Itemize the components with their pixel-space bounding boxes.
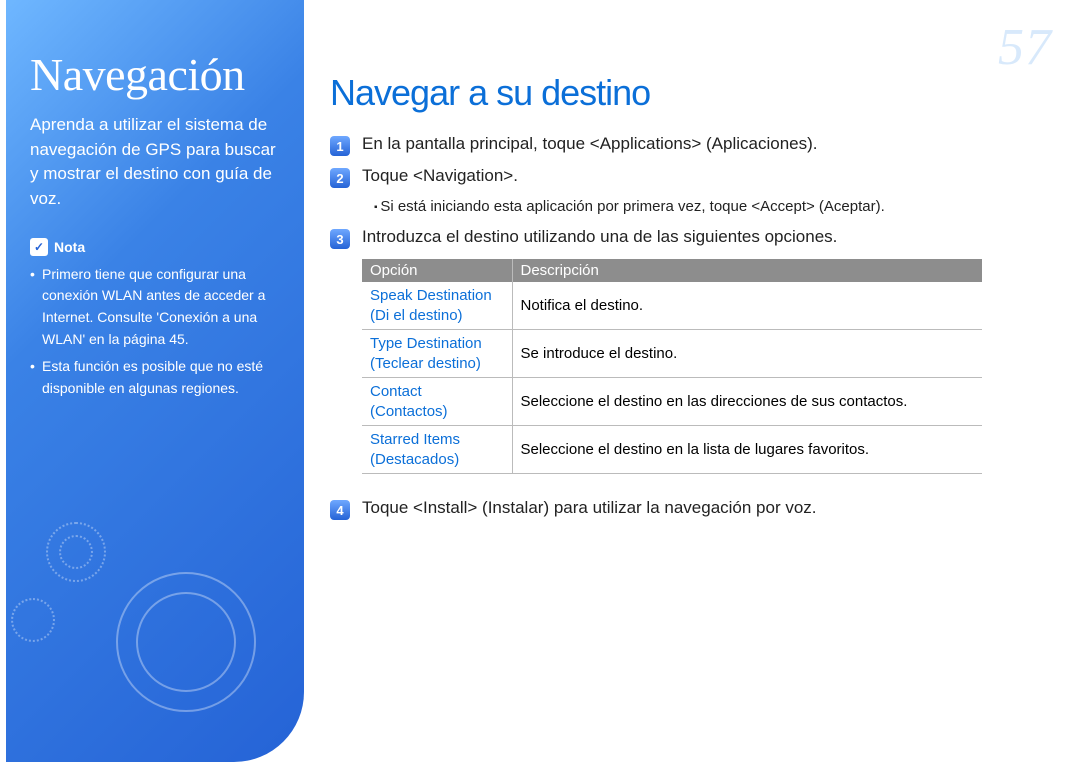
step-number-badge: 2 — [330, 168, 350, 188]
option-name: Type Destination(Teclear destino) — [370, 334, 504, 373]
decoration-circle — [136, 592, 236, 692]
option-description: Se introduce el destino. — [512, 330, 982, 378]
table-row: Type Destination(Teclear destino) Se int… — [362, 330, 982, 378]
sidebar-description: Aprenda a utilizar el sistema de navegac… — [30, 113, 282, 212]
table-header-option: Opción — [362, 259, 512, 282]
table-header-description: Descripción — [512, 259, 982, 282]
step-3: 3 Introduzca el destino utilizando una d… — [330, 227, 1040, 249]
table-row: Contact(Contactos) Seleccione el destino… — [362, 378, 982, 426]
decoration-circle — [59, 535, 93, 569]
sidebar: Navegación Aprenda a utilizar el sistema… — [6, 0, 304, 762]
table-row: Speak Destination(Di el destino) Notific… — [362, 282, 982, 330]
step-text: Toque <Install> (Instalar) para utilizar… — [362, 498, 817, 518]
step-sub-bullet: Si está iniciando esta aplicación por pr… — [374, 198, 1040, 215]
note-icon: ✓ — [30, 238, 48, 256]
page-number: 57 — [998, 18, 1052, 77]
option-name: Contact(Contactos) — [370, 382, 504, 421]
options-table: Opción Descripción Speak Destination(Di … — [362, 259, 982, 474]
note-item: Primero tiene que configurar una conexió… — [30, 264, 282, 351]
note-list: Primero tiene que configurar una conexió… — [30, 264, 282, 400]
page-title: Navegar a su destino — [330, 72, 1040, 114]
option-description: Seleccione el destino en las direcciones… — [512, 378, 982, 426]
option-description: Seleccione el destino en la lista de lug… — [512, 426, 982, 474]
option-name: Speak Destination(Di el destino) — [370, 286, 504, 325]
note-label: Nota — [54, 239, 85, 255]
step-text: En la pantalla principal, toque <Applica… — [362, 134, 818, 154]
step-2: 2 Toque <Navigation>. — [330, 166, 1040, 188]
step-1: 1 En la pantalla principal, toque <Appli… — [330, 134, 1040, 156]
decoration-circle — [11, 598, 55, 642]
option-name: Starred Items(Destacados) — [370, 430, 504, 469]
note-header: ✓ Nota — [30, 238, 282, 256]
table-row: Starred Items(Destacados) Seleccione el … — [362, 426, 982, 474]
step-number-badge: 3 — [330, 229, 350, 249]
step-4: 4 Toque <Install> (Instalar) para utiliz… — [330, 498, 1040, 520]
step-number-badge: 1 — [330, 136, 350, 156]
step-text: Introduzca el destino utilizando una de … — [362, 227, 837, 247]
note-item: Esta función es posible que no esté disp… — [30, 356, 282, 399]
step-number-badge: 4 — [330, 500, 350, 520]
step-text: Toque <Navigation>. — [362, 166, 518, 186]
sidebar-title: Navegación — [30, 48, 282, 101]
option-description: Notifica el destino. — [512, 282, 982, 330]
main-content: Navegar a su destino 1 En la pantalla pr… — [330, 72, 1040, 530]
